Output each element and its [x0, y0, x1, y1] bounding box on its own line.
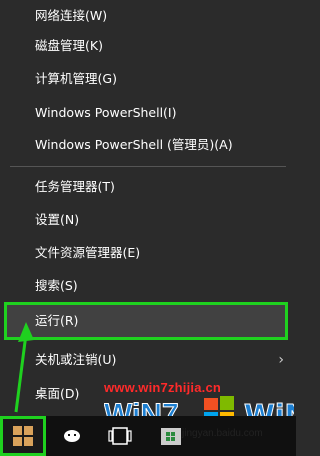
menu-item-disk-management[interactable]: 磁盘管理(K): [0, 30, 290, 62]
menu-item-powershell-admin[interactable]: Windows PowerShell (管理员)(A): [0, 129, 290, 161]
menu-item-shutdown[interactable]: 关机或注销(U) ›: [0, 344, 290, 376]
menu-item-powershell[interactable]: Windows PowerShell(I): [0, 97, 290, 129]
menu-item-network-connections[interactable]: 网络连接(W): [0, 0, 290, 32]
menu-item-shutdown-label: 关机或注销(U): [35, 352, 117, 367]
menu-item-search[interactable]: 搜索(S): [0, 270, 290, 302]
windows-logo-icon: [13, 426, 33, 446]
start-button[interactable]: [0, 416, 46, 456]
cortana-icon[interactable]: [62, 426, 82, 446]
menu-item-file-explorer[interactable]: 文件资源管理器(E): [0, 237, 290, 269]
store-icon[interactable]: [160, 426, 182, 446]
chevron-right-icon: ›: [278, 352, 284, 368]
menu-item-settings[interactable]: 设置(N): [0, 204, 290, 236]
menu-item-task-manager[interactable]: 任务管理器(T): [0, 171, 290, 203]
menu-item-run[interactable]: 运行(R): [4, 302, 288, 340]
winx-context-menu: 网络连接(W) 磁盘管理(K) 计算机管理(G) Windows PowerSh…: [0, 0, 296, 416]
menu-item-computer-management[interactable]: 计算机管理(G): [0, 63, 290, 95]
task-view-icon[interactable]: [108, 426, 132, 446]
baidu-source-watermark: jingyan.baidu.com: [182, 428, 263, 439]
menu-separator: [10, 166, 286, 167]
